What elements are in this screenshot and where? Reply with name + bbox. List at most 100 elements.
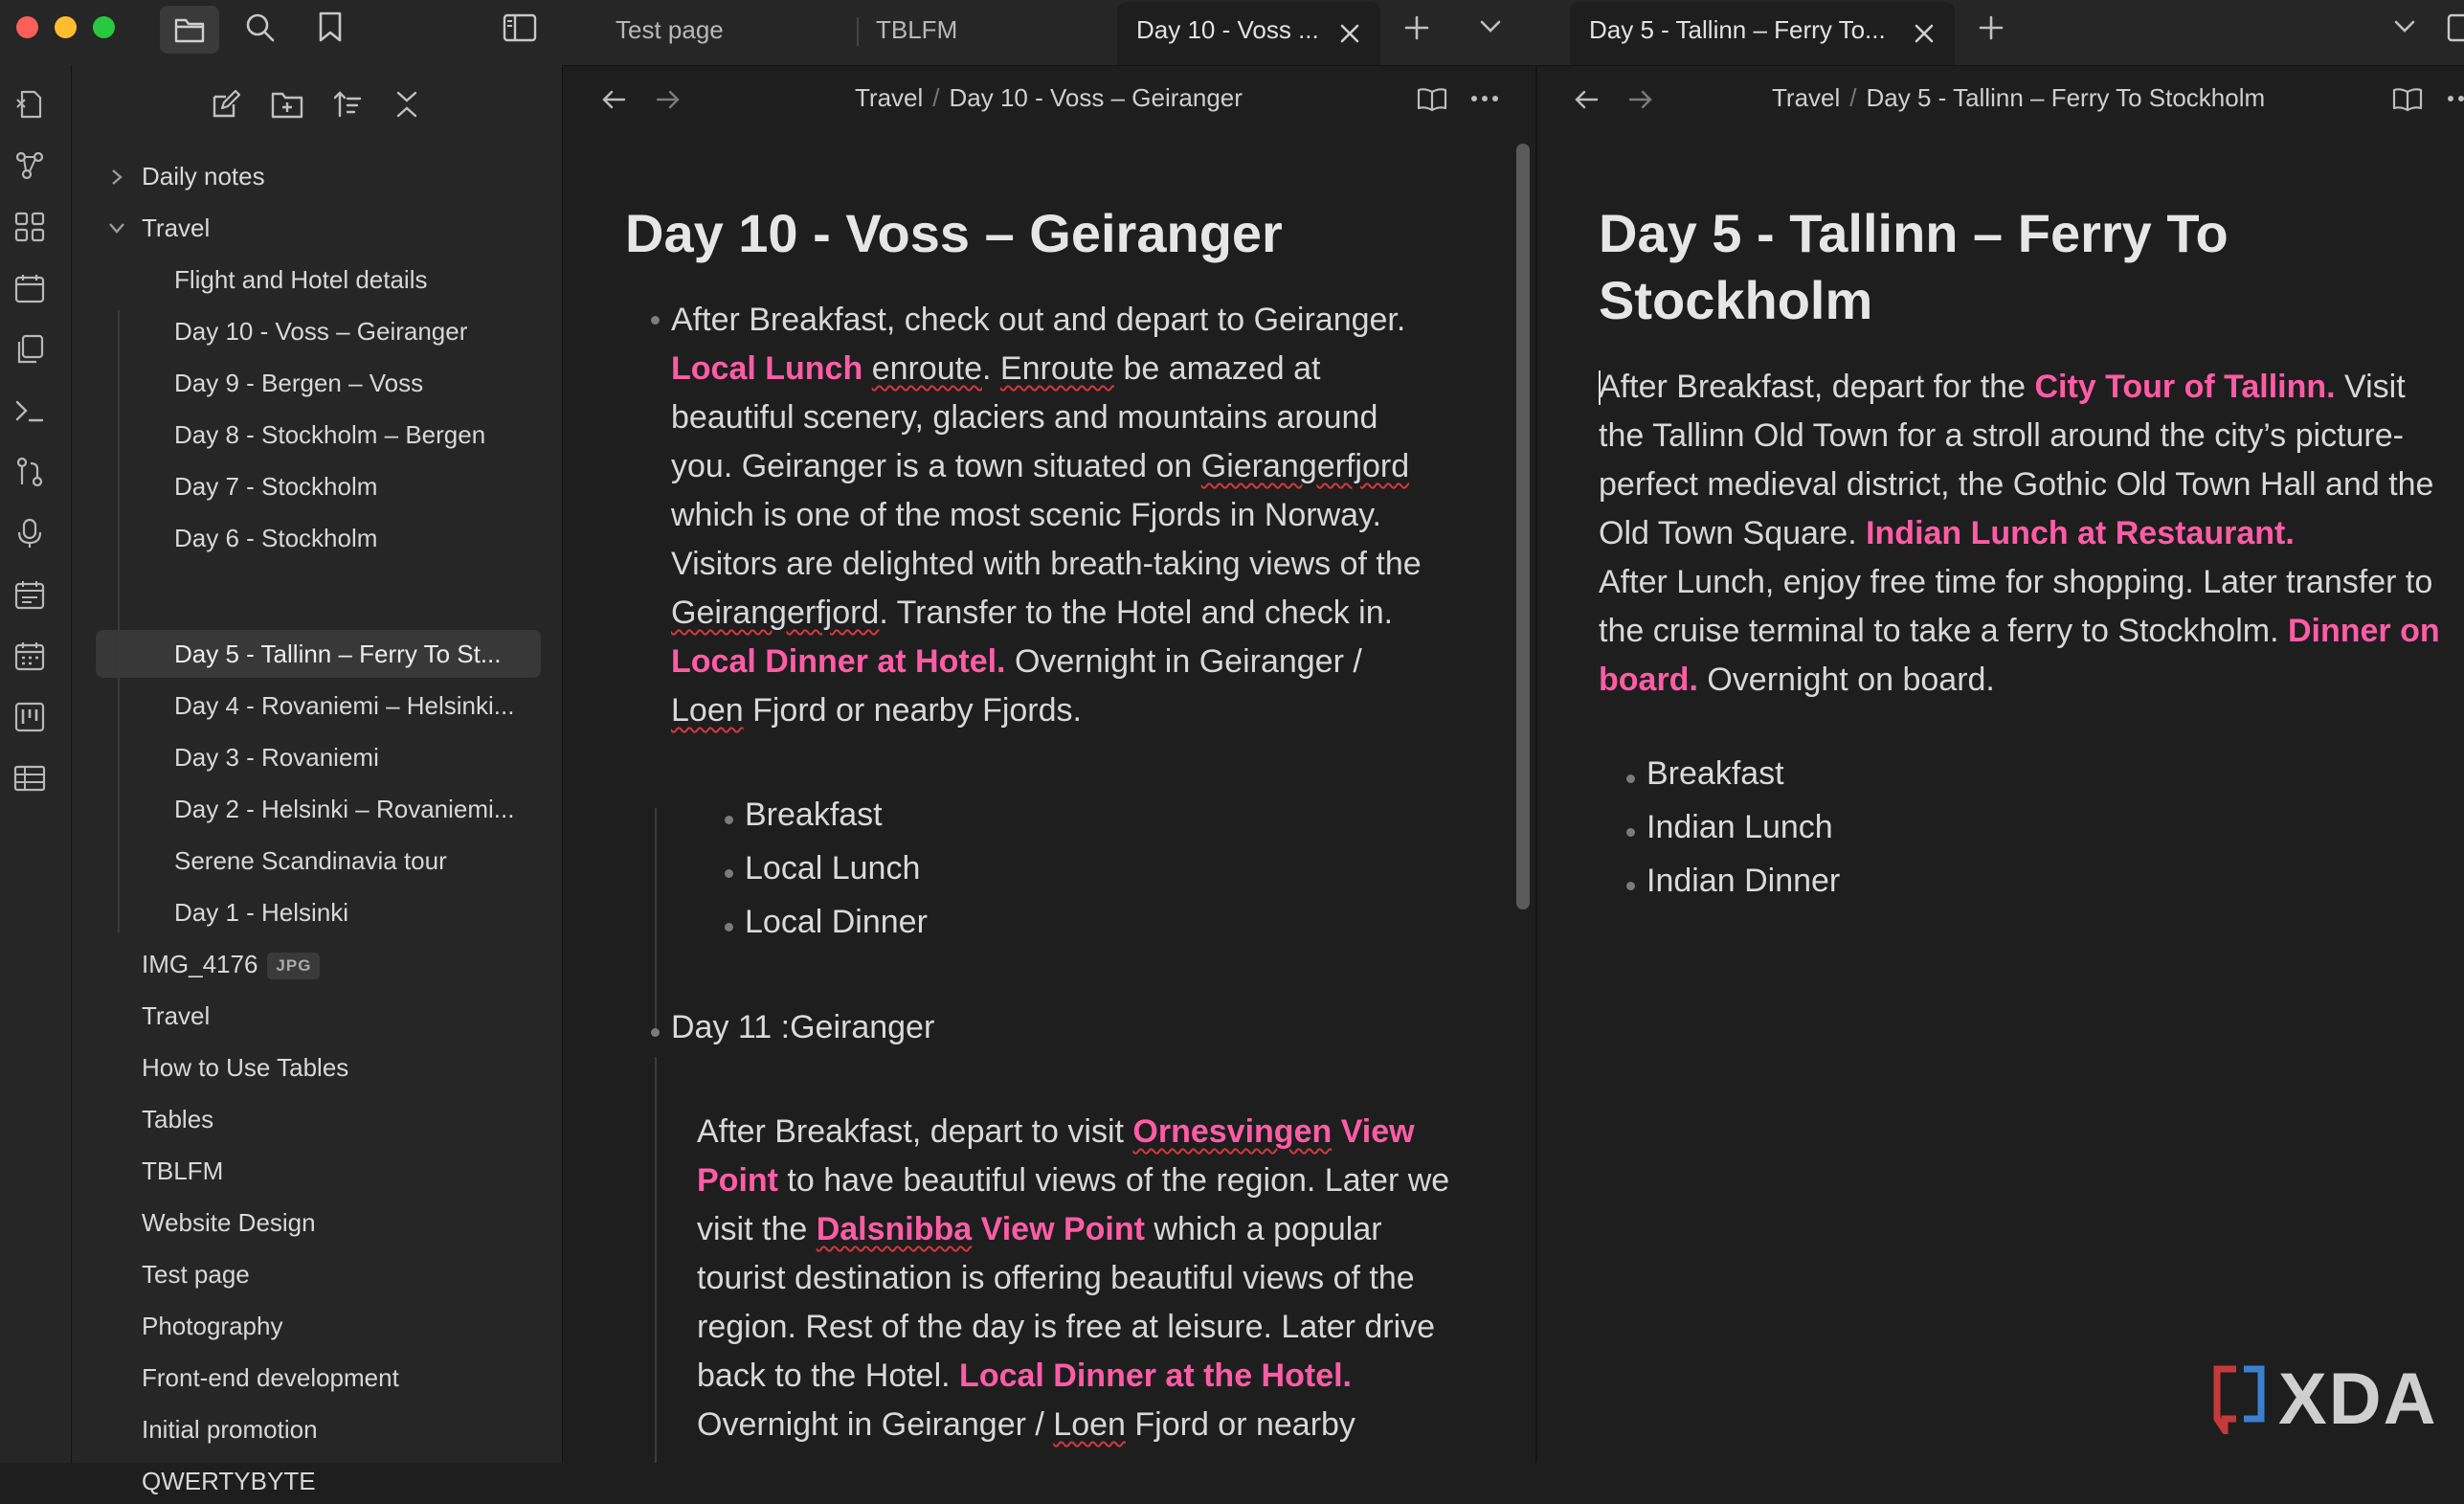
tab-tblfm[interactable]: TBLFM	[876, 15, 957, 45]
forward-arrow-icon[interactable]	[1628, 89, 1653, 110]
file-day-10[interactable]: Day 10 - Voss – Geiranger	[174, 308, 467, 354]
canvas-icon[interactable]	[13, 211, 46, 243]
meal-item: Breakfast	[745, 797, 883, 834]
back-arrow-icon[interactable]	[1574, 89, 1599, 110]
sort-icon[interactable]	[332, 89, 363, 120]
xda-logo-icon	[2211, 1365, 2269, 1434]
file-how-to-use-tables[interactable]: How to Use Tables	[142, 1044, 348, 1090]
file-photography[interactable]: Photography	[142, 1303, 282, 1349]
file-day-4[interactable]: Day 4 - Rovaniemi – Helsinki...	[174, 683, 514, 729]
daily-note-icon[interactable]	[13, 578, 46, 611]
editor-pane-left: Travel/Day 10 - Voss – Geiranger Day 10 …	[563, 66, 1534, 1463]
terminal-icon[interactable]	[13, 394, 46, 427]
file-day-8[interactable]: Day 8 - Stockholm – Bergen	[174, 412, 485, 458]
minimize-window-button[interactable]	[55, 16, 77, 38]
day-11-heading[interactable]: Day 11 :Geiranger	[671, 1009, 934, 1046]
close-tab-icon[interactable]	[1914, 23, 1935, 44]
bullet	[1626, 828, 1635, 837]
new-folder-icon[interactable]	[271, 89, 303, 120]
more-options-icon[interactable]	[1470, 95, 1499, 102]
right-sidebar-toggle-icon[interactable]	[2447, 13, 2464, 42]
folder-travel[interactable]: Travel	[142, 205, 210, 251]
new-tab-icon[interactable]	[1978, 14, 2005, 41]
file-front-end-development[interactable]: Front-end development	[142, 1355, 399, 1401]
chevron-down-icon[interactable]	[2393, 19, 2416, 34]
more-options-icon[interactable]	[2447, 95, 2464, 102]
file-day-2[interactable]: Day 2 - Helsinki – Rovaniemi...	[174, 786, 514, 832]
breadcrumb-page[interactable]: Day 5 - Tallinn – Ferry To Stockholm	[1867, 83, 2266, 112]
text-run: Dalsnibba	[817, 1211, 972, 1247]
copy-icon[interactable]	[13, 333, 46, 366]
text-run: Overnight on board.	[1698, 662, 1995, 698]
calendar-icon[interactable]	[13, 272, 46, 304]
chevron-down-icon[interactable]	[107, 221, 126, 235]
breadcrumb-page[interactable]: Day 10 - Voss – Geiranger	[950, 83, 1243, 112]
file-tables[interactable]: Tables	[142, 1096, 213, 1142]
text-run: .	[982, 350, 1000, 387]
breadcrumb-folder[interactable]: Travel	[1772, 83, 1840, 112]
file-serene-scandinavia[interactable]: Serene Scandinavia tour	[174, 838, 447, 884]
back-arrow-icon[interactable]	[601, 89, 626, 110]
breadcrumb-folder[interactable]: Travel	[855, 83, 923, 112]
new-tab-icon[interactable]	[1403, 14, 1430, 41]
tab-day-10[interactable]: Day 10 - Voss ...	[1117, 2, 1380, 65]
file-website-design[interactable]: Website Design	[142, 1200, 316, 1246]
switcher-icon[interactable]	[13, 88, 46, 121]
bookmark-icon[interactable]	[318, 11, 343, 42]
file-day-5[interactable]: Day 5 - Tallinn – Ferry To St...	[174, 631, 502, 677]
text-run: Ornesvingen	[1132, 1113, 1332, 1150]
folder-daily-notes[interactable]: Daily notes	[142, 153, 265, 199]
file-initial-promotion[interactable]: Initial promotion	[142, 1406, 318, 1452]
reading-view-icon[interactable]	[1417, 87, 1447, 112]
search-icon[interactable]	[245, 12, 276, 43]
reading-view-icon[interactable]	[2392, 87, 2423, 112]
close-window-button[interactable]	[16, 16, 38, 38]
bullet	[651, 316, 660, 325]
maximize-window-button[interactable]	[93, 16, 115, 38]
file-day-7[interactable]: Day 7 - Stockholm	[174, 463, 377, 509]
file-day-6[interactable]: Day 6 - Stockholm	[174, 515, 377, 561]
paragraph-day-5[interactable]: After Breakfast, depart for the City Tou…	[1599, 363, 2441, 705]
link-local-dinner-at-hotel[interactable]: Local Dinner at Hotel.	[671, 643, 1006, 680]
file-day-3[interactable]: Day 3 - Rovaniemi	[174, 734, 379, 780]
link-local-dinner-at-the-hotel[interactable]: Local Dinner at the Hotel.	[959, 1358, 1352, 1394]
file-qwertybyte[interactable]: QWERTYBYTE	[142, 1458, 316, 1504]
bullet	[725, 816, 733, 824]
file-explorer-toggle[interactable]	[160, 6, 219, 54]
folder-icon	[174, 16, 205, 43]
chevron-right-icon[interactable]	[110, 168, 123, 187]
link-city-tour-of-tallinn[interactable]: City Tour of Tallinn.	[2034, 369, 2335, 405]
text-run: Gierangerfjord	[1201, 448, 1409, 484]
tab-test-page[interactable]: Test page	[616, 15, 724, 45]
graph-view-icon[interactable]	[13, 149, 46, 182]
file-flight-hotel[interactable]: Flight and Hotel details	[174, 257, 427, 303]
kanban-icon[interactable]	[13, 701, 46, 733]
git-icon[interactable]	[13, 456, 46, 488]
close-tab-icon[interactable]	[1339, 23, 1360, 44]
table-icon[interactable]	[13, 762, 46, 795]
paragraph-day-11[interactable]: After Breakfast, depart to visit Ornesvi…	[697, 1108, 1453, 1449]
text-run: which is one of the most scenic Fjords i…	[671, 497, 1422, 582]
collapse-all-icon[interactable]	[393, 89, 420, 120]
file-tblfm[interactable]: TBLFM	[142, 1148, 223, 1194]
meal-item: Indian Lunch	[1646, 809, 1833, 846]
new-note-icon[interactable]	[211, 89, 241, 120]
file-day-9[interactable]: Day 9 - Bergen – Voss	[174, 360, 423, 406]
file-img-4176-label: IMG_4176	[142, 950, 258, 978]
file-img-4176[interactable]: IMG_4176JPG	[142, 941, 320, 987]
chevron-down-icon[interactable]	[1479, 19, 1502, 34]
microphone-icon[interactable]	[13, 517, 46, 550]
calendar-grid-icon[interactable]	[13, 640, 46, 672]
file-day-1[interactable]: Day 1 - Helsinki	[174, 889, 348, 935]
file-travel[interactable]: Travel	[142, 993, 210, 1039]
paragraph-day-10[interactable]: After Breakfast, check out and depart to…	[671, 296, 1427, 735]
file-test-page[interactable]: Test page	[142, 1251, 250, 1297]
tab-day-5[interactable]: Day 5 - Tallinn – Ferry To...	[1570, 2, 1955, 65]
link-dalsnibba-view-point[interactable]: Dalsnibba View Point	[817, 1211, 1145, 1247]
scrollbar[interactable]	[1516, 144, 1530, 909]
tab-divider	[857, 17, 859, 46]
link-indian-lunch-at-restaurant[interactable]: Indian Lunch at Restaurant.	[1866, 515, 2295, 551]
link-local-lunch[interactable]: Local Lunch	[671, 350, 862, 387]
sidebar-toggle-icon[interactable]	[503, 13, 537, 42]
forward-arrow-icon[interactable]	[656, 89, 681, 110]
